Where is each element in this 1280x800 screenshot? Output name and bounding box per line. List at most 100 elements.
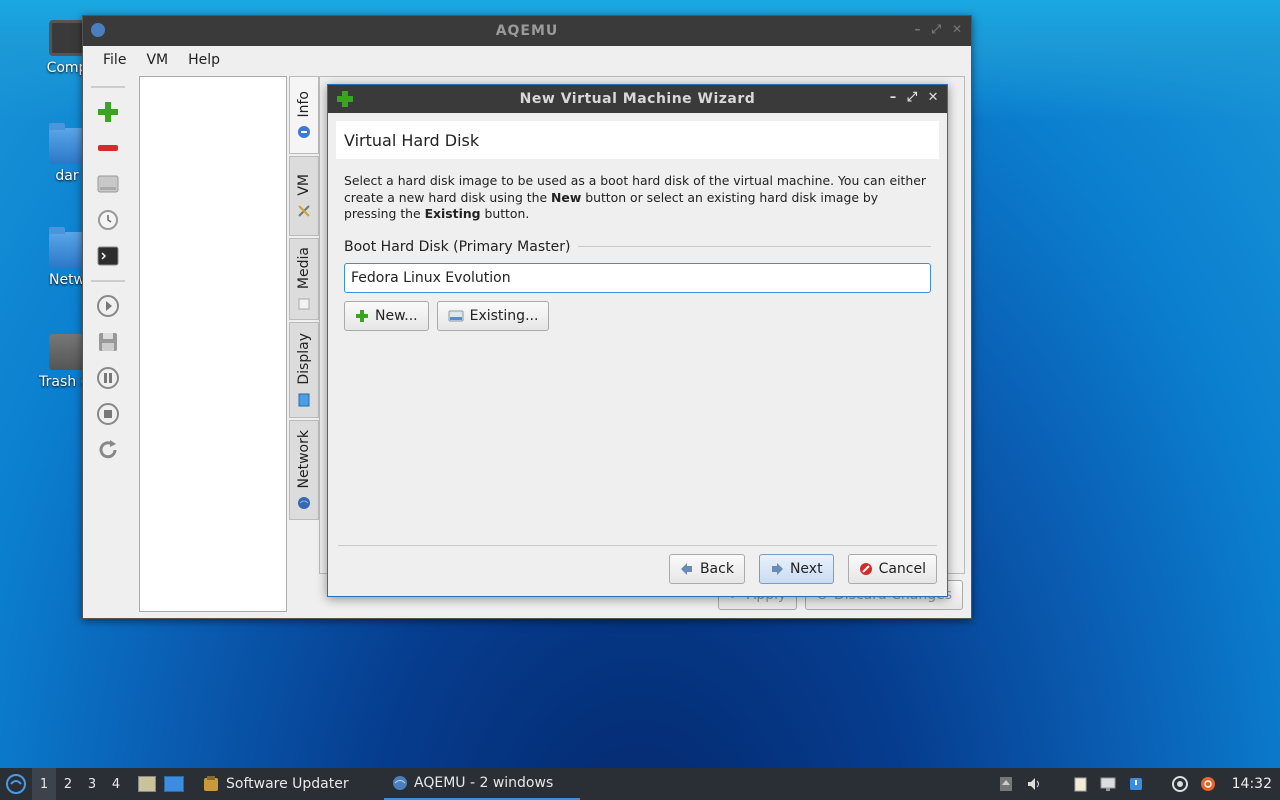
file-manager-icon[interactable] [138,776,156,792]
cancel-label: Cancel [878,561,926,577]
lubuntu-logo-icon [6,774,26,794]
boot-disk-field[interactable] [344,262,931,293]
disk-buttons: New... Existing... [344,300,931,331]
settings-tabs: Info VM Media Display Network [289,76,319,520]
stop-vm-button[interactable] [94,400,122,428]
new-label: New... [375,307,418,324]
next-label: Next [789,561,823,577]
workspace-4[interactable]: 4 [104,768,128,800]
notification-icon [1129,778,1142,790]
clock[interactable]: 14:32 [1232,776,1272,792]
reset-vm-button[interactable] [94,436,122,464]
remove-vm-button[interactable] [94,134,122,162]
pause-vm-button[interactable] [94,364,122,392]
wizard-navigation: Back Next Cancel [668,554,937,584]
computer-icon [49,20,85,56]
arrow-left-icon [680,563,692,575]
plus-icon [337,91,353,107]
task-label: AQEMU - 2 windows [414,775,554,791]
console-button[interactable] [94,242,122,270]
plus-icon [356,309,368,322]
updates-icon [1200,777,1215,791]
reload-icon [99,440,117,459]
clock-icon [98,210,118,230]
tab-label: VM [296,174,312,196]
wizard-titlebar[interactable]: New Virtual Machine Wizard – ⤢ ✕ [328,85,947,113]
network-status-icon [1171,776,1188,792]
trash-icon [49,334,85,370]
tab-label: Media [296,246,312,290]
system-tray: 14:32 [998,768,1272,800]
save-icon [99,333,117,351]
minus-icon [98,145,118,151]
eject-icon [999,777,1012,791]
menu-file[interactable]: File [93,52,136,68]
cancel-button[interactable]: Cancel [847,554,937,584]
display-settings-icon [1100,777,1116,791]
toolbar-separator [91,280,125,282]
tools-icon [298,205,310,217]
menu-vm[interactable]: VM [136,52,178,68]
aqemu-app-icon [91,23,105,37]
task-aqemu[interactable]: AQEMU - 2 windows [384,768,580,800]
tab-vm[interactable]: VM [289,156,319,236]
tab-label: Info [296,90,312,118]
minimize-icon[interactable]: – [890,90,897,105]
start-menu-button[interactable] [0,768,32,800]
task-label: Software Updater [226,776,349,792]
hard-disk-icon [448,310,464,321]
terminal-icon [97,246,119,266]
network-folder-icon [49,227,85,268]
stop-icon [97,403,119,425]
new-vm-wizard-dialog: New Virtual Machine Wizard – ⤢ ✕ Virtual… [327,84,948,597]
group-divider [578,246,931,247]
desc-text: button. [480,206,530,221]
menubar: File VM Help [83,46,971,74]
minimize-icon[interactable]: – [914,22,921,37]
wizard-description: Select a hard disk image to be used as a… [344,173,931,223]
desc-bold: New [551,189,582,205]
save-vm-button[interactable] [94,328,122,356]
menu-help[interactable]: Help [178,52,230,68]
back-label: Back [699,561,734,577]
back-button[interactable]: Back [668,554,745,584]
tab-media[interactable]: Media [289,238,319,320]
tab-label: Display [296,333,312,385]
task-software-updater[interactable]: Software Updater [194,768,384,800]
next-button[interactable]: Next [758,554,834,584]
volume-icon [1027,778,1039,790]
tab-network[interactable]: Network [289,420,319,520]
snapshot-button[interactable] [94,206,122,234]
new-disk-button[interactable]: New... [344,300,429,331]
network-icon [298,497,310,510]
plus-icon [98,102,118,122]
arrow-right-icon [771,563,783,575]
page-title: Virtual Hard Disk [344,130,480,150]
desc-bold: Existing [424,206,481,221]
close-icon[interactable]: ✕ [928,90,939,105]
existing-label: Existing... [469,307,539,324]
tab-display[interactable]: Display [289,322,319,418]
add-vm-button[interactable] [94,98,122,126]
aqemu-app-icon [393,776,407,790]
main-titlebar[interactable]: AQEMU – ⤢ ✕ [83,16,971,46]
existing-disk-button[interactable]: Existing... [436,300,550,331]
hard-disk-button[interactable] [94,170,122,198]
wizard-title: New Virtual Machine Wizard [519,91,756,107]
main-window-title: AQEMU [495,23,559,39]
workspace-1[interactable]: 1 [32,768,56,800]
home-folder-icon [49,123,85,164]
boot-disk-group: Boot Hard Disk (Primary Master) [344,239,931,255]
tab-info[interactable]: Info [289,76,319,154]
vm-list[interactable] [139,76,287,612]
taskbar: 1 2 3 4 Software Updater AQEMU - 2 windo… [0,768,1280,800]
start-vm-button[interactable] [94,292,122,320]
maximize-icon[interactable]: ⤢ [907,90,918,105]
workspace-2[interactable]: 2 [56,768,80,800]
media-icon [298,298,310,310]
close-icon[interactable]: ✕ [952,22,963,37]
show-desktop-icon[interactable] [164,776,184,792]
maximize-icon[interactable]: ⤢ [931,22,942,37]
toolbar-separator [91,86,125,88]
workspace-3[interactable]: 3 [80,768,104,800]
